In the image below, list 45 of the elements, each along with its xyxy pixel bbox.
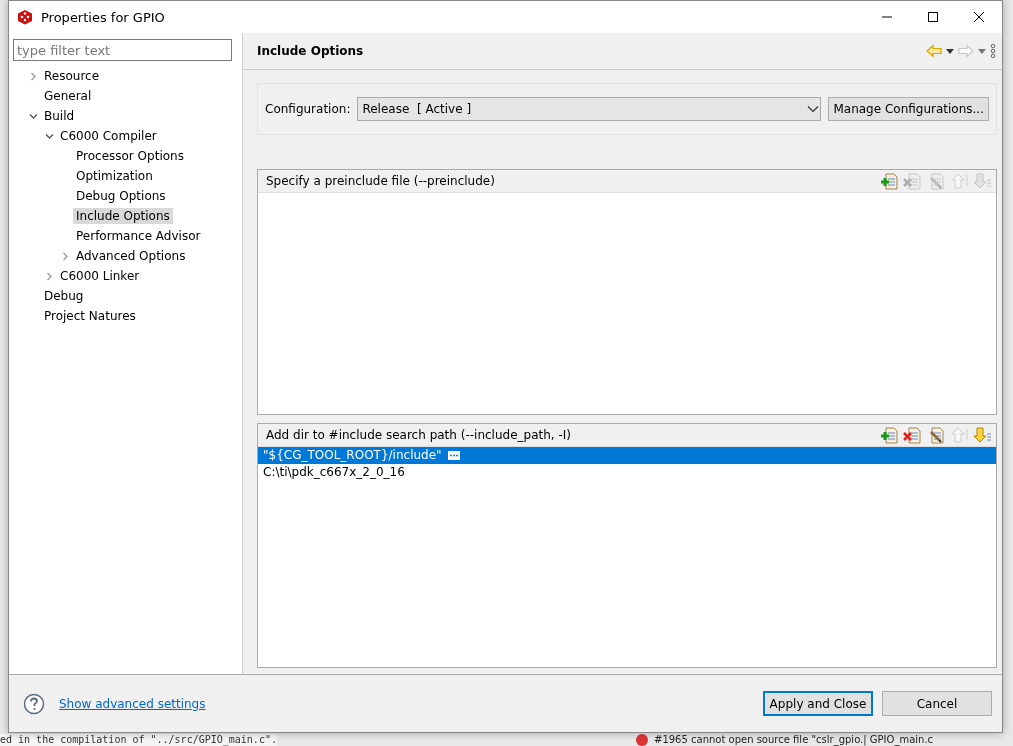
list-title: Add dir to #include search path (--include_path, -I) [266, 427, 572, 442]
dropdown-caret-icon[interactable] [806, 105, 821, 113]
expand-icon[interactable] [60, 251, 70, 261]
tree-item[interactable]: General [41, 88, 95, 104]
tree-item[interactable]: Performance Advisor [73, 228, 204, 244]
tree-item[interactable]: Debug [41, 288, 87, 304]
console-text: ed in the compilation of "../src/GPIO_main.c". [0, 734, 277, 746]
tree-item[interactable]: Build [41, 108, 78, 124]
tree-item[interactable]: Include Options [73, 208, 173, 224]
advanced-settings-link[interactable]: Show advanced settings [59, 696, 754, 711]
add-file-icon[interactable] [880, 172, 900, 190]
problem-text: #1965 cannot open source file "cslr_gpio.| GPIO_main.c [654, 734, 934, 746]
add-file-icon[interactable] [880, 425, 900, 444]
tree-item[interactable]: Advanced Options [73, 248, 189, 264]
dialog-button[interactable]: Apply and Close [763, 691, 873, 716]
tree-item[interactable]: Project Natures [41, 308, 139, 324]
configuration-dropdown[interactable]: Release [ Active ] [357, 97, 822, 121]
list-title: Specify a preinclude file (--preinclude) [266, 174, 496, 188]
expand-icon[interactable] [44, 271, 54, 281]
maximize-icon[interactable] [928, 12, 938, 22]
window-title: Properties for GPIO [41, 9, 166, 25]
delete-file-icon[interactable] [903, 425, 923, 444]
help-icon[interactable] [23, 692, 45, 715]
tree-item[interactable]: Processor Options [73, 148, 187, 164]
collapse-icon[interactable] [44, 131, 54, 141]
tree-item[interactable]: Optimization [73, 168, 156, 184]
collapse-icon[interactable] [28, 111, 38, 121]
close-icon[interactable] [974, 12, 984, 22]
tree-item[interactable]: Resource [41, 68, 103, 84]
manage-configurations-button[interactable]: Manage Configurations... [828, 97, 989, 121]
configuration-label: Configuration: [265, 102, 351, 116]
move-down-icon[interactable] [972, 425, 992, 444]
tree-item[interactable]: C6000 Linker [57, 268, 143, 284]
dropdown-caret-icon[interactable] [946, 48, 954, 54]
list-item[interactable]: C:\ti\pdk_c667x_2_0_16 [258, 463, 996, 481]
tree-item[interactable]: C6000 Compiler [57, 128, 160, 144]
dialog-button[interactable]: Cancel [882, 691, 992, 716]
filter-field[interactable]: type filter text [13, 39, 232, 61]
menu-icon[interactable] [990, 44, 996, 58]
page-title: Include Options [257, 44, 365, 58]
error-icon [636, 734, 648, 746]
tree-item[interactable]: Debug Options [73, 188, 169, 204]
ellipsis-icon[interactable] [447, 450, 460, 460]
expand-icon[interactable] [28, 71, 38, 81]
app-icon [17, 9, 33, 25]
